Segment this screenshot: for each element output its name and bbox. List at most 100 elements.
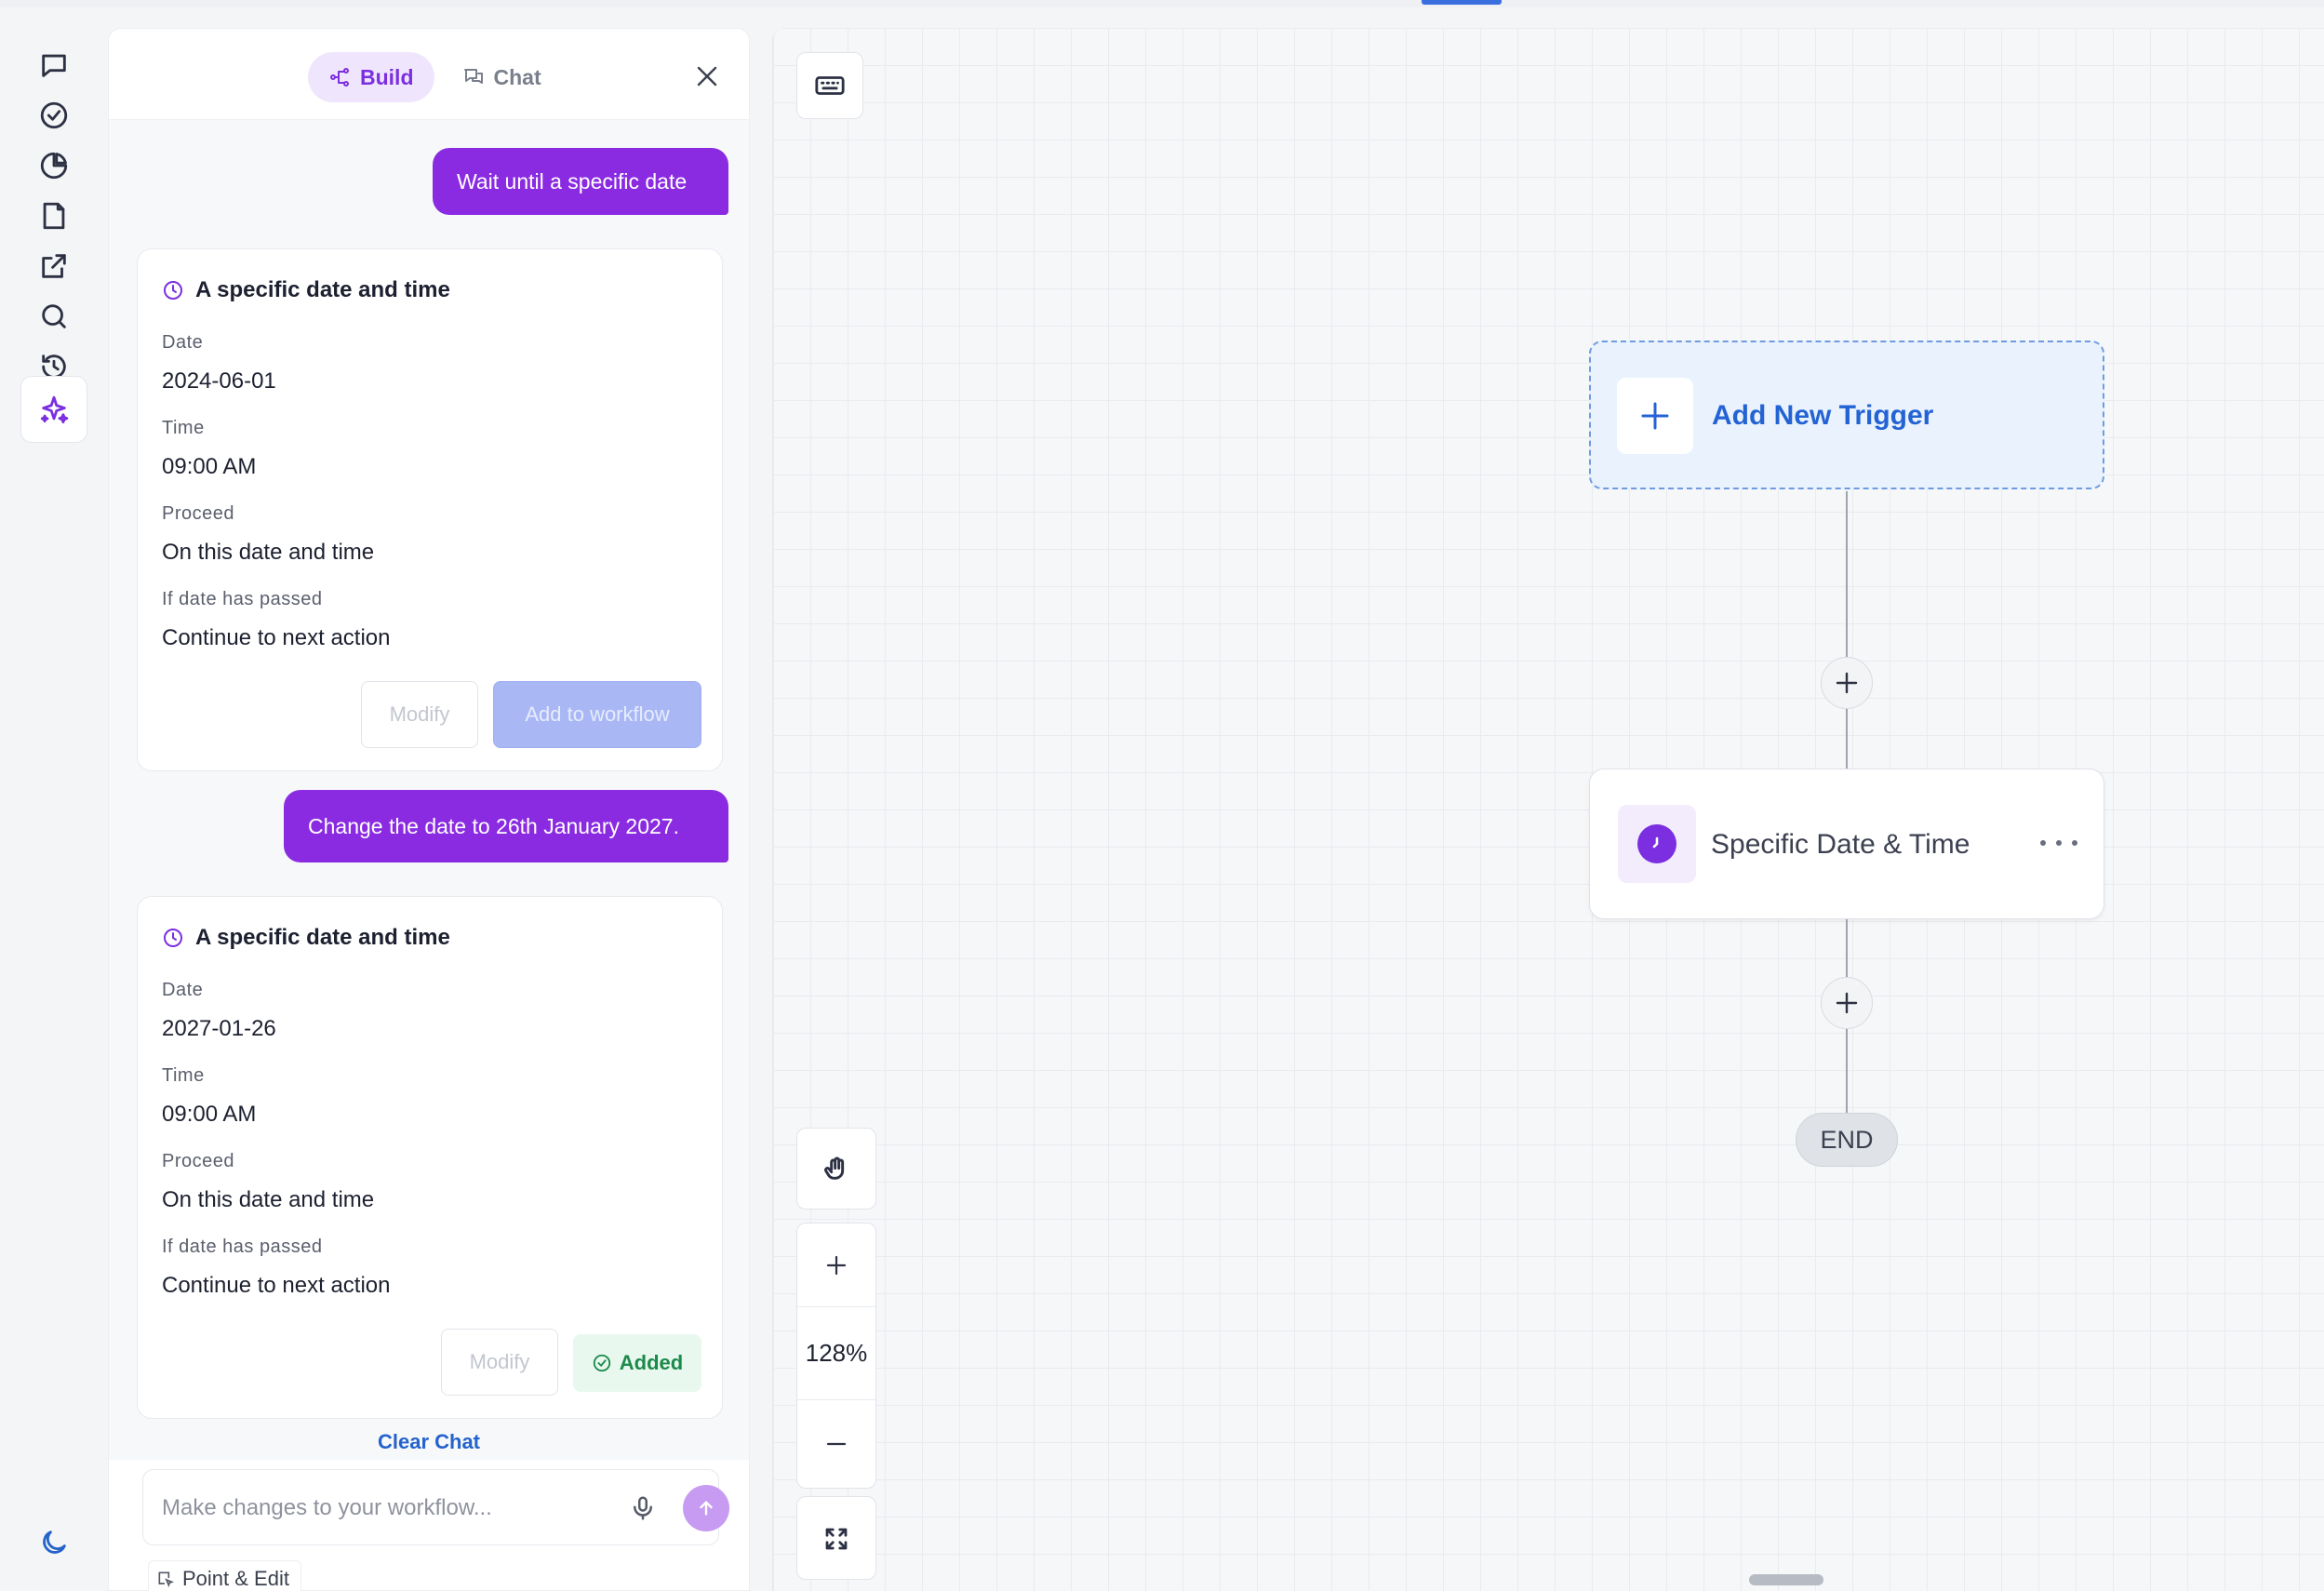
message-square-icon bbox=[42, 54, 66, 77]
field-value-date-passed: Continue to next action bbox=[162, 1273, 391, 1298]
field-value-date-passed: Continue to next action bbox=[162, 625, 391, 650]
plus-icon bbox=[1641, 402, 1669, 430]
fit-view-button[interactable] bbox=[796, 1496, 876, 1580]
add-trigger-node[interactable]: Add New Trigger bbox=[1589, 341, 2104, 489]
point-and-edit-label: Point & Edit bbox=[182, 1567, 289, 1590]
connector-line bbox=[1846, 919, 1848, 979]
card-title: A specific date and time bbox=[162, 277, 450, 303]
ai-builder-nav-button[interactable] bbox=[20, 376, 87, 443]
field-label-date-passed: If date has passed bbox=[162, 1237, 323, 1257]
plus-icon bbox=[1836, 672, 1858, 694]
field-label-time: Time bbox=[162, 418, 205, 438]
field-label-proceed: Proceed bbox=[162, 503, 234, 524]
zoom-in-button[interactable] bbox=[797, 1223, 875, 1307]
user-message-text: Change the date to 26th January 2027. bbox=[308, 813, 679, 838]
chat-composer bbox=[142, 1469, 729, 1545]
top-strip bbox=[0, 0, 2324, 7]
action-icon-box bbox=[1618, 805, 1696, 883]
minus-icon bbox=[826, 1442, 847, 1446]
tab-build-label: Build bbox=[360, 64, 414, 89]
insert-step-button[interactable] bbox=[1821, 977, 1873, 1029]
clear-chat-link[interactable]: Clear Chat bbox=[109, 1430, 749, 1454]
plus-icon bbox=[826, 1255, 847, 1275]
search-icon bbox=[42, 304, 66, 328]
user-message-text: Wait until a specific date bbox=[457, 168, 688, 194]
tab-chat-label: Chat bbox=[493, 64, 541, 89]
panel-header: Build Chat bbox=[109, 29, 749, 120]
send-button[interactable] bbox=[683, 1485, 729, 1531]
add-to-workflow-button[interactable]: Add to workflow bbox=[493, 681, 701, 748]
chat-thread: Wait until a specific date A specific da… bbox=[109, 120, 749, 1460]
field-label-date: Date bbox=[162, 332, 204, 353]
check-circle-icon bbox=[593, 1354, 610, 1372]
keyboard-icon bbox=[815, 76, 845, 95]
field-value-date: 2024-06-01 bbox=[162, 368, 276, 394]
field-label-time: Time bbox=[162, 1065, 205, 1086]
card-title: A specific date and time bbox=[162, 925, 450, 951]
canvas-scroll-handle[interactable] bbox=[1749, 1574, 1823, 1585]
check-circle-icon bbox=[40, 101, 68, 129]
pan-tool-control[interactable] bbox=[796, 1128, 876, 1210]
added-label: Added bbox=[619, 1351, 684, 1374]
tab-build[interactable]: Build bbox=[308, 52, 434, 102]
field-label-proceed: Proceed bbox=[162, 1151, 234, 1171]
field-value-proceed: On this date and time bbox=[162, 540, 375, 565]
clock-icon bbox=[164, 281, 182, 300]
wait-action-node[interactable]: Specific Date & Time bbox=[1589, 769, 2104, 919]
more-options-icon[interactable] bbox=[2040, 829, 2077, 857]
mode-tabs: Build Chat bbox=[308, 51, 562, 103]
field-label-date-passed: If date has passed bbox=[162, 589, 323, 609]
field-value-time: 09:00 AM bbox=[162, 1102, 257, 1127]
active-view-indicator bbox=[1422, 0, 1502, 5]
user-message: Wait until a specific date bbox=[433, 148, 728, 215]
insert-step-button[interactable] bbox=[1821, 657, 1873, 709]
plus-icon bbox=[1836, 992, 1858, 1014]
hand-icon bbox=[824, 1156, 845, 1180]
card-title-text: A specific date and time bbox=[195, 277, 450, 302]
workflow-prompt-input[interactable] bbox=[162, 1489, 581, 1528]
sparkles-icon bbox=[40, 395, 69, 424]
field-value-date: 2027-01-26 bbox=[162, 1016, 276, 1041]
wait-step-card: A specific date and time Date 2024-06-01… bbox=[137, 248, 723, 771]
wait-step-card: A specific date and time Date 2027-01-26… bbox=[137, 896, 723, 1419]
add-trigger-label: Add New Trigger bbox=[1712, 400, 1934, 431]
left-rail bbox=[0, 7, 107, 1591]
arrow-up-icon bbox=[700, 1501, 713, 1516]
close-panel-button[interactable] bbox=[691, 60, 723, 92]
clock-icon bbox=[164, 929, 182, 947]
field-value-time: 09:00 AM bbox=[162, 454, 257, 479]
connector-line bbox=[1846, 491, 1848, 659]
zoom-level: 128% bbox=[797, 1307, 875, 1400]
field-label-date: Date bbox=[162, 980, 204, 1000]
zoom-controls: 128% bbox=[796, 1223, 876, 1489]
close-icon bbox=[697, 66, 717, 87]
dark-mode-toggle[interactable] bbox=[20, 1509, 87, 1576]
card-title-text: A specific date and time bbox=[195, 925, 450, 950]
ai-builder-panel: Build Chat Wait until a specific date A … bbox=[108, 28, 750, 1591]
point-and-edit-button[interactable]: Point & Edit bbox=[148, 1560, 301, 1591]
added-badge: Added bbox=[573, 1334, 701, 1392]
modify-button[interactable]: Modify bbox=[361, 681, 478, 748]
voice-input-button[interactable] bbox=[629, 1494, 657, 1522]
end-node: END bbox=[1796, 1113, 1898, 1167]
zoom-level-text: 128% bbox=[805, 1339, 868, 1367]
keyboard-shortcuts-button[interactable] bbox=[796, 52, 863, 119]
pie-chart-icon bbox=[40, 152, 68, 180]
tab-chat[interactable]: Chat bbox=[442, 52, 562, 102]
modify-button[interactable]: Modify bbox=[441, 1329, 558, 1396]
action-node-label: Specific Date & Time bbox=[1711, 829, 1970, 860]
user-message: Change the date to 26th January 2027. bbox=[284, 790, 728, 862]
external-link-icon bbox=[42, 254, 66, 278]
moon-icon bbox=[43, 1531, 66, 1554]
clock-icon bbox=[1637, 824, 1676, 863]
zoom-out-button[interactable] bbox=[797, 1400, 875, 1488]
microphone-icon bbox=[634, 1496, 652, 1520]
file-icon bbox=[43, 202, 65, 230]
cursor-edit-icon bbox=[158, 1571, 175, 1588]
field-value-proceed: On this date and time bbox=[162, 1187, 375, 1212]
connector-line bbox=[1846, 709, 1848, 770]
expand-icon bbox=[825, 1528, 848, 1550]
workflow-icon bbox=[330, 68, 349, 87]
connector-line bbox=[1846, 1029, 1848, 1115]
add-trigger-plus bbox=[1617, 378, 1693, 454]
